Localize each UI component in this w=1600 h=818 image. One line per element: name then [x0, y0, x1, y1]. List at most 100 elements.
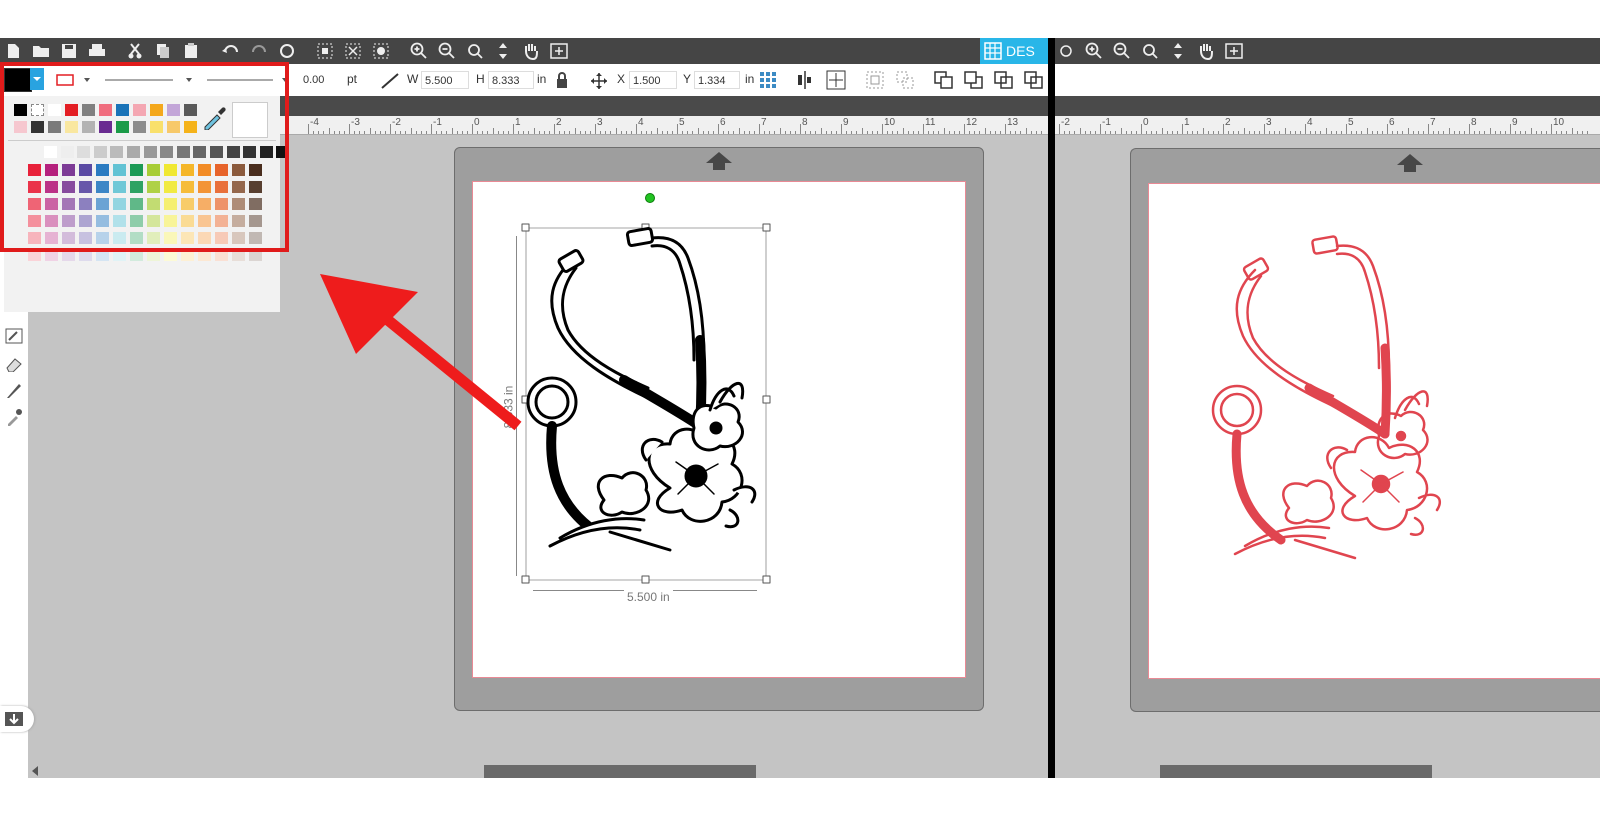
right-horizontal-ruler: -2 -1 0 1 2 3 4 5 6 7 8 9 10 [1055, 116, 1600, 135]
ruler-tick [661, 131, 663, 134]
ruler-tick [369, 128, 371, 134]
move-icon[interactable] [1167, 41, 1189, 61]
scroll-left-arrow-icon[interactable] [30, 765, 40, 777]
ruler-tick [1269, 131, 1271, 134]
ruler-tick [1074, 131, 1076, 134]
reference-point-icon[interactable] [759, 71, 777, 89]
line-width-input[interactable]: 0.00 [300, 71, 344, 89]
panel-divider [1048, 38, 1055, 778]
ruler-tick [800, 124, 801, 134]
rotation-handle[interactable] [645, 193, 655, 203]
ruler-tick [1294, 131, 1296, 134]
zoom-fit-icon[interactable] [1139, 41, 1161, 61]
lock-aspect-icon[interactable] [555, 71, 569, 89]
horizontal-scrollbar[interactable] [28, 762, 1048, 778]
redraw-icon[interactable] [276, 41, 298, 61]
library-toggle-button[interactable] [0, 706, 34, 732]
paste-icon[interactable] [180, 41, 202, 61]
ruler-tick [507, 131, 509, 134]
move-icon[interactable] [492, 41, 514, 61]
stethoscope-artwork[interactable] [520, 220, 790, 610]
up-arrow-icon[interactable] [1395, 152, 1425, 174]
right-toolbar [1055, 38, 1600, 64]
ruler-label: 1 [1184, 117, 1190, 128]
right-horizontal-scrollbar[interactable] [1055, 762, 1600, 778]
redo-icon[interactable] [248, 41, 270, 61]
bring-to-front-icon[interactable] [934, 71, 954, 89]
ruler-tick [1361, 131, 1363, 134]
left-toolbar: A [0, 236, 34, 776]
line-style-icon[interactable] [380, 72, 400, 90]
align-center-icon[interactable] [795, 71, 815, 89]
y-position-input[interactable]: 1.334 [694, 71, 740, 89]
size-unit: in [537, 72, 547, 86]
ruler-tick [989, 131, 991, 134]
deselect-icon[interactable] [342, 41, 364, 61]
up-arrow-icon[interactable] [704, 150, 734, 172]
width-input[interactable]: 5.500 [421, 71, 469, 89]
ruler-tick [1556, 131, 1558, 134]
ruler-tick [359, 131, 361, 134]
sketch-tool-icon[interactable] [5, 328, 23, 344]
ruler-tick [1484, 131, 1486, 134]
add-page-icon[interactable] [548, 41, 570, 61]
zoom-in-icon[interactable] [1083, 41, 1105, 61]
group-icon[interactable] [866, 71, 884, 89]
ruler-tick [825, 131, 827, 134]
ruler-tick [364, 131, 366, 134]
knife-icon[interactable] [5, 382, 23, 400]
ruler-tick [1540, 131, 1542, 134]
open-folder-icon[interactable] [30, 41, 52, 61]
ruler-label: 12 [966, 117, 978, 128]
select-by-color-icon[interactable] [1055, 41, 1077, 61]
ruler-tick [584, 131, 586, 134]
ruler-tick [1182, 124, 1183, 134]
new-file-icon[interactable] [2, 41, 24, 61]
height-input[interactable]: 8.333 [488, 71, 534, 89]
ruler-tick [1115, 131, 1117, 134]
ruler-tick [1376, 131, 1378, 134]
ruler-tick [1010, 131, 1012, 134]
ruler-tick [892, 131, 894, 134]
zoom-out-icon[interactable] [436, 41, 458, 61]
center-to-page-icon[interactable] [826, 70, 846, 90]
scrollbar-thumb[interactable] [484, 765, 756, 778]
ruler-tick [1233, 131, 1235, 134]
save-icon[interactable] [58, 41, 80, 61]
send-backward-icon[interactable] [1024, 71, 1044, 89]
ruler-tick [1069, 131, 1071, 134]
ruler-tick [718, 124, 719, 134]
copy-icon[interactable] [152, 41, 174, 61]
stethoscope-artwork-red[interactable] [1205, 228, 1475, 588]
hand-pan-icon[interactable] [1195, 41, 1217, 61]
undo-icon[interactable] [220, 41, 242, 61]
ruler-tick [794, 131, 796, 134]
ruler-tick [682, 131, 684, 134]
right-scrollbar-thumb[interactable] [1160, 765, 1432, 778]
tab-design[interactable]: DES [980, 38, 1048, 64]
add-page-icon[interactable] [1223, 41, 1245, 61]
ungroup-icon[interactable] [896, 71, 914, 89]
ruler-tick [871, 131, 873, 134]
ruler-tick [415, 131, 417, 134]
print-icon[interactable] [86, 41, 108, 61]
select-all-icon[interactable] [314, 41, 336, 61]
select-by-color-icon[interactable] [370, 41, 392, 61]
ruler-tick [671, 131, 673, 134]
x-position-input[interactable]: 1.500 [629, 71, 677, 89]
send-to-back-icon[interactable] [964, 71, 984, 89]
ruler-tick [933, 131, 935, 134]
ruler-tick [697, 128, 699, 134]
cut-icon[interactable] [124, 41, 146, 61]
bring-forward-icon[interactable] [994, 71, 1014, 89]
ruler-tick [692, 131, 694, 134]
zoom-in-icon[interactable] [408, 41, 430, 61]
zoom-fit-icon[interactable] [464, 41, 486, 61]
eraser-icon[interactable] [5, 356, 23, 372]
ruler-label: 6 [1389, 117, 1395, 128]
move-position-icon[interactable] [590, 72, 608, 90]
eyedropper-tool-icon[interactable] [5, 408, 23, 426]
hand-pan-icon[interactable] [520, 41, 542, 61]
zoom-out-icon[interactable] [1111, 41, 1133, 61]
ruler-tick [728, 131, 730, 134]
